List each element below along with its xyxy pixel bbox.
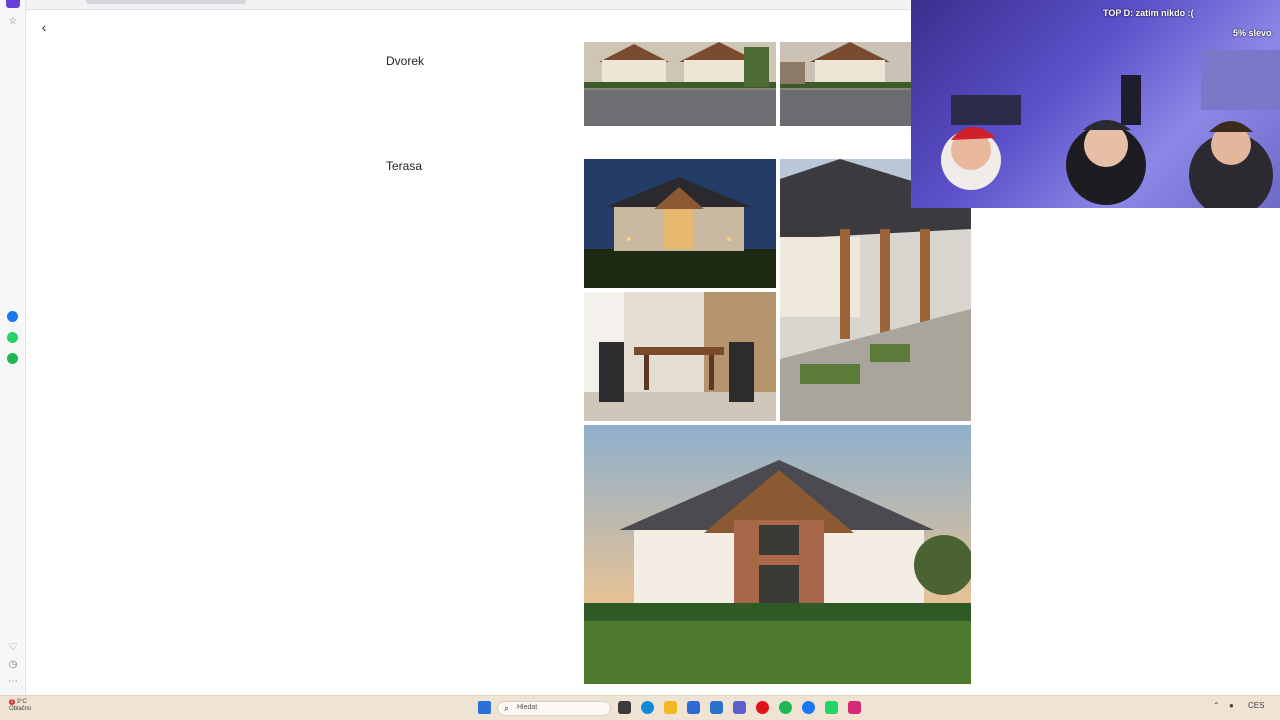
photo-dvorek-1[interactable] <box>584 42 776 126</box>
overlay-discount-text: 5% slevo <box>1233 28 1272 38</box>
search-placeholder: Hledat <box>517 704 538 711</box>
start-icon[interactable] <box>478 701 491 714</box>
edge-icon[interactable] <box>641 701 654 714</box>
url-field[interactable] <box>86 0 246 4</box>
weather-badge: 1 <box>9 699 15 705</box>
teams-icon[interactable] <box>733 701 746 714</box>
photo-dvorek-2[interactable] <box>780 42 911 126</box>
webcam-overlay: TOP D: zatím nikdo :( 5% slevo <box>911 0 1280 208</box>
browser-sidebar: ☆ ♡ ◷ ⋯ <box>0 0 26 695</box>
section-label-terasa: Terasa <box>386 159 423 173</box>
whatsapp-icon[interactable] <box>825 701 838 714</box>
messenger-icon[interactable] <box>7 311 18 322</box>
weather-temp: 3°C <box>16 699 27 705</box>
search-icon: ⌕ <box>504 703 510 713</box>
back-button[interactable]: ‹ <box>37 19 51 35</box>
mail-icon[interactable] <box>710 701 723 714</box>
pin-icon[interactable]: ☆ <box>7 16 19 28</box>
language-indicator[interactable]: CES <box>1248 701 1264 710</box>
screen: ☆ ♡ ◷ ⋯ ‹ Dvorek Terasa TOP D: zatím nik… <box>0 0 1280 720</box>
file-explorer-icon[interactable] <box>618 701 631 714</box>
whatsapp-icon[interactable] <box>7 332 18 343</box>
photo-terasa-1[interactable] <box>584 159 776 288</box>
folder-icon[interactable] <box>664 701 677 714</box>
microphone-icon[interactable]: ● <box>1229 701 1234 710</box>
photo-terasa-3[interactable] <box>584 292 776 421</box>
tray-chevron-icon[interactable]: ⌃ <box>1213 701 1220 710</box>
photo-terasa-4[interactable] <box>584 425 971 684</box>
weather-widget[interactable]: 1 3°C Oblačno <box>9 699 31 713</box>
address-bar[interactable] <box>26 0 911 10</box>
store-icon[interactable] <box>687 701 700 714</box>
spotify-icon[interactable] <box>779 701 792 714</box>
opera-icon[interactable] <box>756 701 769 714</box>
history-icon[interactable]: ◷ <box>7 659 19 671</box>
opera-logo-icon[interactable] <box>6 0 20 8</box>
instagram-icon[interactable] <box>848 701 861 714</box>
taskbar-search[interactable]: ⌕ Hledat <box>497 701 611 716</box>
more-icon[interactable]: ⋯ <box>7 676 19 688</box>
messenger-icon[interactable] <box>802 701 815 714</box>
overlay-top-text: TOP D: zatím nikdo :( <box>1103 8 1194 18</box>
spotify-icon[interactable] <box>7 353 18 364</box>
weather-desc: Oblačno <box>9 706 32 712</box>
heart-icon[interactable]: ♡ <box>7 642 19 654</box>
windows-taskbar: 1 3°C Oblačno ⌕ Hledat ⌃ ● CES <box>0 695 1280 720</box>
section-label-dvorek: Dvorek <box>386 54 425 68</box>
